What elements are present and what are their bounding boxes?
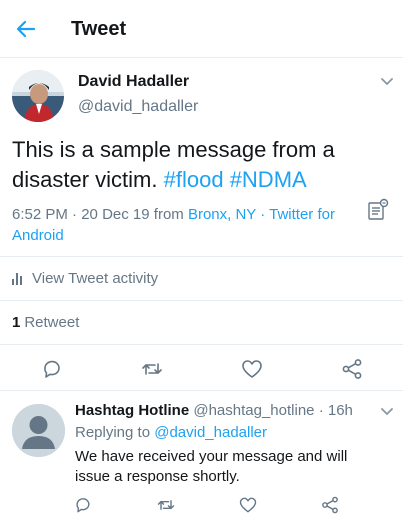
reply-author-handle[interactable]: @hashtag_hotline bbox=[193, 402, 314, 419]
tweet-meta: 6:52 PM · 20 Dec 19 from Bronx, NY · Twi… bbox=[12, 204, 357, 246]
meta-separator: · bbox=[260, 206, 266, 223]
tweet-date: 20 Dec 19 bbox=[81, 206, 150, 223]
meta-separator: · bbox=[72, 206, 78, 223]
hashtag-link[interactable]: #NDMA bbox=[230, 167, 307, 192]
from-label: from bbox=[153, 206, 184, 223]
heart-icon[interactable] bbox=[238, 495, 258, 515]
reply-icon[interactable] bbox=[73, 495, 93, 515]
reply-text: We have received your message and will i… bbox=[75, 448, 348, 485]
reply-author-name[interactable]: Hashtag Hotline bbox=[75, 402, 189, 419]
replying-to-handle[interactable]: @david_hadaller bbox=[154, 424, 267, 441]
reply-separator: · bbox=[318, 402, 324, 419]
chevron-down-icon[interactable] bbox=[380, 77, 394, 87]
bar-chart-icon bbox=[12, 272, 24, 285]
divider bbox=[0, 300, 403, 301]
retweet-icon[interactable] bbox=[140, 357, 164, 381]
retweet-stats[interactable]: 1 Retweet bbox=[12, 314, 79, 331]
page-title: Tweet bbox=[71, 18, 127, 40]
default-avatar-icon bbox=[12, 404, 65, 457]
app-header: Tweet bbox=[0, 0, 403, 58]
view-activity-link[interactable]: View Tweet activity bbox=[12, 270, 158, 287]
author-name[interactable]: David Hadaller bbox=[78, 73, 189, 91]
reply-icon[interactable] bbox=[40, 357, 64, 381]
divider bbox=[0, 390, 403, 391]
share-icon[interactable] bbox=[340, 357, 364, 381]
arrow-left-icon[interactable] bbox=[14, 17, 38, 41]
divider bbox=[0, 256, 403, 257]
divider bbox=[0, 344, 403, 345]
tweet-time: 6:52 PM bbox=[12, 206, 68, 223]
retweet-icon[interactable] bbox=[156, 495, 176, 515]
author-avatar[interactable] bbox=[12, 70, 64, 122]
replying-to: Replying to @david_hadaller bbox=[75, 424, 267, 441]
activity-label: View Tweet activity bbox=[32, 270, 159, 287]
chevron-down-icon[interactable] bbox=[380, 407, 394, 417]
retweet-count: 1 bbox=[12, 314, 21, 331]
reply-avatar[interactable] bbox=[12, 404, 65, 457]
heart-icon[interactable] bbox=[240, 357, 264, 381]
reply-time: 16h bbox=[327, 402, 353, 419]
replying-to-label: Replying to bbox=[75, 424, 151, 441]
avatar-photo bbox=[12, 70, 64, 122]
hashtag-link[interactable]: #flood bbox=[164, 167, 224, 192]
retweet-label: Retweet bbox=[24, 314, 80, 331]
tweet-text: This is a sample message from a disaster… bbox=[12, 135, 392, 195]
author-handle[interactable]: @david_hadaller bbox=[78, 98, 198, 116]
share-icon[interactable] bbox=[320, 495, 340, 515]
location-link[interactable]: Bronx, NY bbox=[188, 206, 256, 223]
note-icon[interactable] bbox=[366, 198, 390, 222]
reply-header: Hashtag Hotline @hashtag_hotline · 16h bbox=[75, 402, 353, 419]
